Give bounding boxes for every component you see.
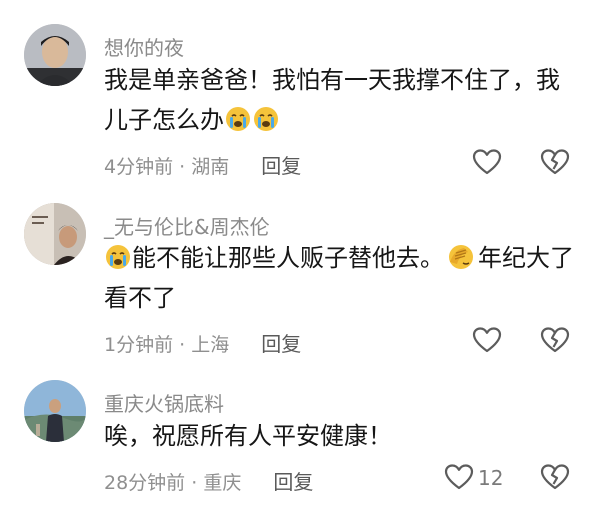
reply-button[interactable]: 回复 — [261, 154, 301, 178]
comment-time: 4分钟前 — [104, 156, 174, 178]
broken-heart-icon[interactable] — [540, 463, 570, 491]
comment-text: 我是单亲爸爸！我怕有一天我撑不住了，我儿子怎么办 — [104, 60, 578, 140]
landscape-portrait-avatar — [24, 380, 86, 442]
artist-photo-avatar — [24, 203, 86, 265]
comment-meta: 1分钟前 · 上海 回复 — [104, 328, 301, 357]
reply-button[interactable]: 回复 — [261, 332, 301, 356]
broken-heart-icon[interactable] — [540, 326, 570, 354]
like-count: 12 — [478, 466, 504, 490]
meta-separator: · — [179, 156, 192, 178]
comment-location: 湖南 — [191, 156, 230, 178]
meta-separator: · — [191, 472, 204, 494]
meta-separator: · — [179, 334, 192, 356]
comment-meta: 4分钟前 · 湖南 回复 — [104, 150, 301, 179]
comment-username[interactable]: _无与伦比&周杰伦 — [104, 211, 270, 240]
avatar[interactable] — [24, 203, 86, 265]
comment-time: 1分钟前 — [104, 334, 174, 356]
heart-outline-icon[interactable] — [444, 463, 474, 491]
broken-heart-icon[interactable] — [540, 148, 570, 176]
comment-text-part: 能不能让那些人贩子替他去。 — [132, 244, 444, 272]
comment-text-body: 唉，祝愿所有人平安健康！ — [104, 422, 392, 450]
crying-face-icon — [226, 107, 250, 131]
avatar[interactable] — [24, 24, 86, 86]
comment-location: 重庆 — [203, 472, 242, 494]
comment-text: 能不能让那些人贩子替他去。 年纪大了看不了 — [104, 238, 578, 318]
avatar[interactable] — [24, 380, 86, 442]
comment-location: 上海 — [191, 334, 230, 356]
man-portrait-avatar — [24, 24, 86, 86]
crying-face-icon — [254, 107, 278, 131]
comment-meta: 28分钟前 · 重庆 回复 — [104, 466, 313, 495]
comment-username[interactable]: 想你的夜 — [104, 32, 184, 61]
face-palm-icon — [449, 245, 473, 269]
crying-face-icon — [106, 245, 130, 269]
heart-outline-icon[interactable] — [472, 148, 502, 176]
comment-text: 唉，祝愿所有人平安健康！ — [104, 416, 578, 456]
comment-username[interactable]: 重庆火锅底料 — [104, 388, 224, 417]
reply-button[interactable]: 回复 — [273, 470, 313, 494]
comment-text-body: 我是单亲爸爸！我怕有一天我撑不住了，我儿子怎么办 — [104, 66, 560, 134]
heart-outline-icon[interactable] — [472, 326, 502, 354]
comment-time: 28分钟前 — [104, 472, 186, 494]
